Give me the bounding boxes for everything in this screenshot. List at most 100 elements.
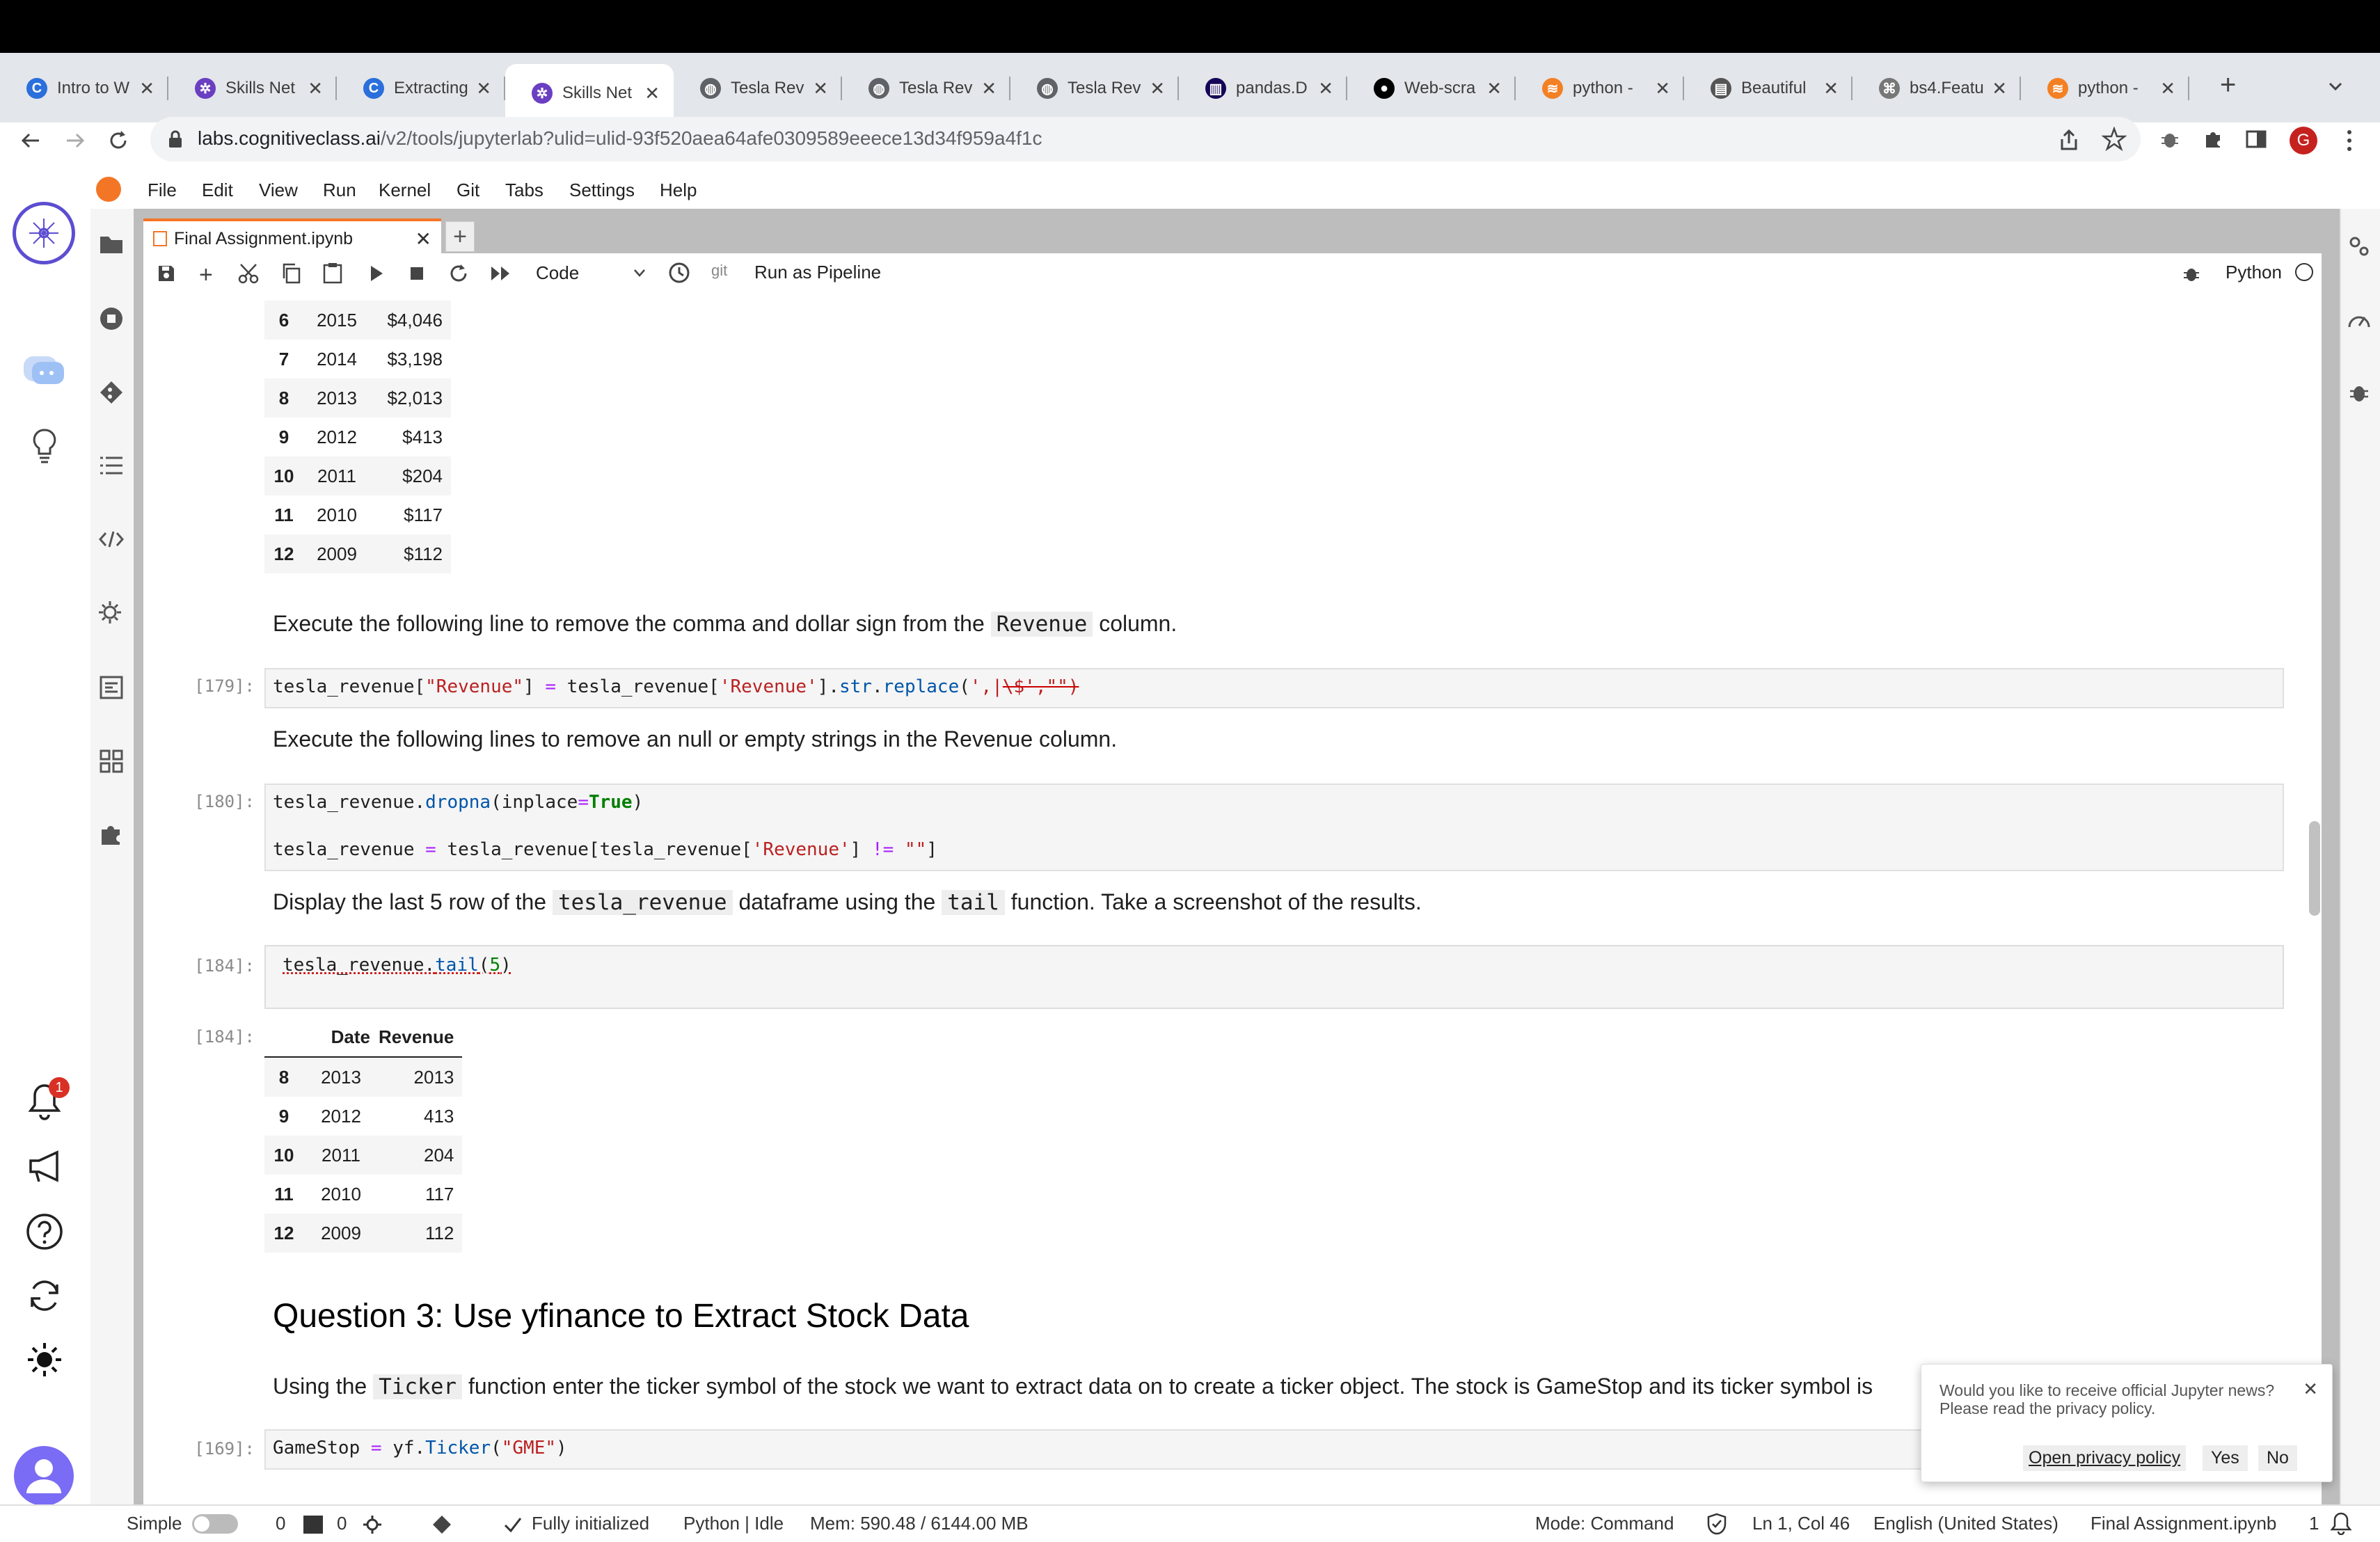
chat-assistant-icon[interactable] xyxy=(21,352,67,391)
code-line-180-1[interactable]: tesla_revenue.dropna(inplace=True) xyxy=(273,792,643,813)
code-line-169[interactable]: GameStop = yf.Ticker("GME") xyxy=(273,1438,567,1458)
browser-tab[interactable]: ≋ python - ✕ xyxy=(2021,65,2189,111)
side-panel-icon[interactable] xyxy=(2245,128,2267,150)
sync-icon[interactable] xyxy=(25,1278,64,1314)
menu-view[interactable]: View xyxy=(259,180,298,201)
terminal-icon[interactable] xyxy=(303,1516,323,1534)
file-browser-folder-icon[interactable] xyxy=(99,234,124,256)
menu-settings[interactable]: Settings xyxy=(569,180,635,201)
notebook-document-tab[interactable]: Final Assignment.ipynb ✕ xyxy=(143,218,441,256)
browser-tab[interactable]: ⌘ bs4.Featu ✕ xyxy=(1853,65,2021,111)
git-icon[interactable] xyxy=(99,380,124,405)
clock-history-icon[interactable] xyxy=(668,262,690,284)
browser-tab[interactable]: ✲ Skills Net ✕ xyxy=(168,65,337,111)
browser-menu-icon[interactable] xyxy=(2342,128,2356,153)
profile-avatar[interactable]: G xyxy=(2290,127,2317,154)
help-icon[interactable] xyxy=(25,1212,64,1251)
property-inspector-icon[interactable] xyxy=(2347,234,2372,259)
run-as-pipeline-button[interactable]: Run as Pipeline xyxy=(754,262,881,283)
tab-close-icon[interactable]: ✕ xyxy=(308,78,323,100)
debugger-bug-icon[interactable] xyxy=(2182,264,2200,283)
debugger-panel-bug-icon[interactable] xyxy=(2348,381,2370,404)
cut-icon[interactable] xyxy=(238,263,259,284)
resource-usage-gauge-icon[interactable] xyxy=(2347,308,2372,333)
tab-close-icon[interactable]: ✕ xyxy=(1992,78,2007,100)
tab-close-icon[interactable]: ✕ xyxy=(2160,78,2175,100)
skills-network-logo-icon[interactable] xyxy=(13,202,75,264)
tab-close-icon[interactable]: ✕ xyxy=(1486,78,1502,100)
back-icon[interactable] xyxy=(18,128,43,153)
tab-close-icon[interactable]: ✕ xyxy=(139,78,154,100)
browser-tab[interactable]: ≋ python - ✕ xyxy=(1516,65,1684,111)
new-tab-button[interactable]: + xyxy=(2220,70,2236,101)
tab-close-icon[interactable]: ✕ xyxy=(1655,78,1670,100)
restart-kernel-icon[interactable] xyxy=(448,263,469,284)
running-kernels-stop-icon[interactable] xyxy=(99,306,124,331)
popup-close-icon[interactable]: ✕ xyxy=(2303,1378,2318,1400)
notebook-scrollbar-thumb[interactable] xyxy=(2309,821,2320,916)
browser-tab[interactable]: ◍ Tesla Rev ✕ xyxy=(842,65,1010,111)
code-cell-184[interactable] xyxy=(264,945,2284,1009)
browser-tab[interactable]: ✲ Skills Net ✕ xyxy=(505,64,674,122)
browser-tab[interactable]: ◍ Tesla Rev ✕ xyxy=(1010,65,1179,111)
lsp-status[interactable]: Fully initialized xyxy=(532,1513,649,1534)
browser-tab[interactable]: ▤ Beautiful ✕ xyxy=(1684,65,1853,111)
tab-search-chevron-icon[interactable] xyxy=(2324,75,2347,97)
browser-tab[interactable]: C Extracting ✕ xyxy=(337,65,505,111)
tab-close-icon[interactable]: ✕ xyxy=(1823,78,1839,100)
browser-tab[interactable]: ● Web-scra ✕ xyxy=(1347,65,1516,111)
browser-tab[interactable]: ▥ pandas.D ✕ xyxy=(1179,65,1347,111)
property-inspector-gear-icon[interactable] xyxy=(97,600,125,628)
open-privacy-policy-link[interactable]: Open privacy policy xyxy=(2023,1445,2187,1471)
menu-git[interactable]: Git xyxy=(457,180,479,201)
kernel-status[interactable]: Python | Idle xyxy=(683,1513,784,1534)
simple-mode-toggle[interactable] xyxy=(192,1514,238,1534)
trusted-shield-icon[interactable] xyxy=(1706,1513,1727,1535)
browser-tab[interactable]: ◍ Tesla Rev ✕ xyxy=(674,65,842,111)
kernel-name[interactable]: Python xyxy=(2226,262,2282,283)
menu-edit[interactable]: Edit xyxy=(202,180,233,201)
puzzle-extensions-icon[interactable] xyxy=(2202,128,2224,150)
menu-tabs[interactable]: Tabs xyxy=(505,180,544,201)
user-avatar-icon[interactable] xyxy=(14,1446,74,1506)
git-diff-button[interactable]: git xyxy=(711,262,727,280)
lightbulb-icon[interactable] xyxy=(31,427,58,466)
table-of-contents-icon[interactable] xyxy=(99,455,124,476)
code-line-179[interactable]: tesla_revenue["Revenue"] = tesla_revenue… xyxy=(273,676,1079,697)
cell-type-dropdown[interactable]: Code xyxy=(536,260,647,285)
kernel-gear-icon[interactable] xyxy=(362,1514,383,1535)
spellcheck-language[interactable]: English (United States) xyxy=(1873,1513,2058,1534)
tab-close-icon[interactable]: ✕ xyxy=(1318,78,1333,100)
reload-icon[interactable] xyxy=(106,128,131,153)
components-grid-icon[interactable] xyxy=(99,749,124,774)
close-tab-icon[interactable]: ✕ xyxy=(415,228,431,251)
megaphone-icon[interactable] xyxy=(26,1148,65,1184)
tab-close-icon[interactable]: ✕ xyxy=(813,78,828,100)
popup-no-button[interactable]: No xyxy=(2258,1445,2297,1471)
forward-icon[interactable] xyxy=(63,128,88,153)
code-snippets-icon[interactable] xyxy=(99,529,124,550)
tab-close-icon[interactable]: ✕ xyxy=(476,78,491,100)
insert-cell-icon[interactable]: + xyxy=(199,262,213,289)
interrupt-kernel-icon[interactable] xyxy=(409,266,425,281)
code-line-180-2[interactable]: tesla_revenue = tesla_revenue[tesla_reve… xyxy=(273,839,937,860)
theme-sun-icon[interactable] xyxy=(25,1340,64,1379)
bookmark-star-icon[interactable] xyxy=(2102,127,2127,152)
git-status-icon[interactable] xyxy=(431,1514,452,1535)
menu-file[interactable]: File xyxy=(148,180,177,201)
extension-manager-puzzle-icon[interactable] xyxy=(99,822,124,848)
tab-close-icon[interactable]: ✕ xyxy=(644,83,660,104)
lock-icon[interactable] xyxy=(167,129,184,149)
cursor-position[interactable]: Ln 1, Col 46 xyxy=(1752,1513,1850,1534)
menu-kernel[interactable]: Kernel xyxy=(379,180,431,201)
tab-close-icon[interactable]: ✕ xyxy=(981,78,997,100)
run-cell-icon[interactable] xyxy=(369,264,384,283)
code-line-184[interactable]: tesla_revenue.tail(5) xyxy=(283,955,511,976)
status-bell-icon[interactable] xyxy=(2330,1511,2352,1535)
share-icon[interactable] xyxy=(2058,128,2079,152)
browser-tab[interactable]: C Intro to W ✕ xyxy=(0,65,168,111)
popup-yes-button[interactable]: Yes xyxy=(2203,1445,2248,1471)
copy-icon[interactable] xyxy=(281,263,301,284)
restart-run-all-icon[interactable] xyxy=(490,264,512,283)
bug-extension-icon[interactable] xyxy=(2159,128,2181,150)
